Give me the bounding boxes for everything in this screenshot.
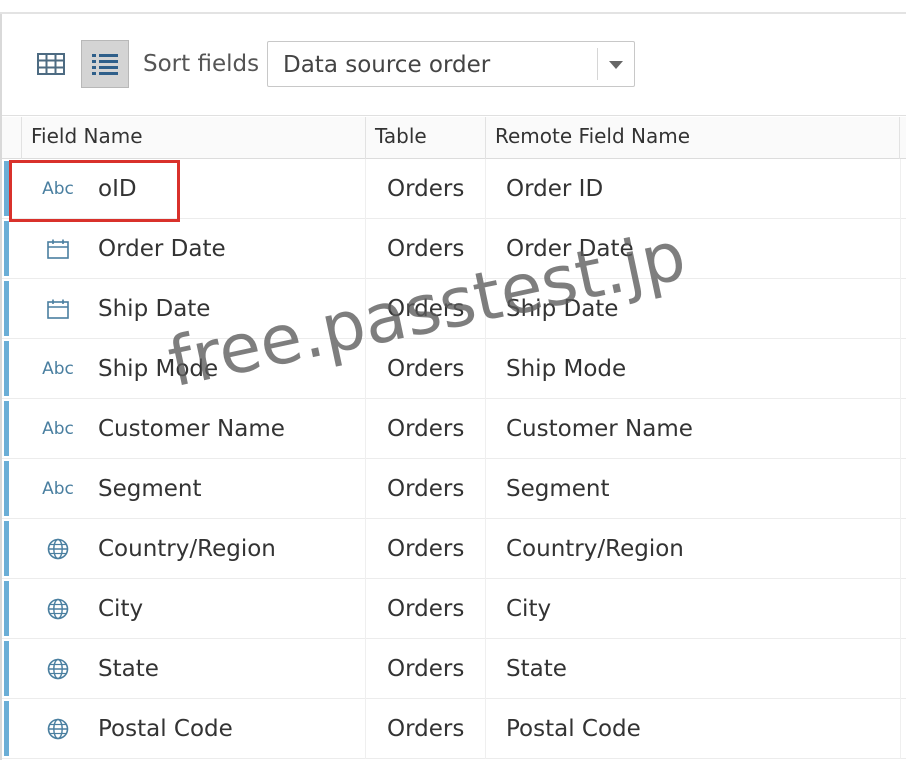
- column-header-field-name[interactable]: Field Name: [21, 117, 365, 159]
- remote-field-name-cell: Order ID: [506, 176, 604, 202]
- table-name-cell: Orders: [387, 416, 465, 442]
- column-divider: [365, 459, 366, 519]
- remote-field-name-cell: Order Date: [506, 236, 634, 262]
- field-name-cell[interactable]: Ship Date: [98, 279, 210, 339]
- field-name-cell[interactable]: City: [98, 579, 143, 639]
- field-name-cell[interactable]: Country/Region: [98, 519, 276, 579]
- table-row[interactable]: Abc Ship Mode Orders Ship Mode: [2, 339, 906, 399]
- calendar-icon: [38, 296, 78, 322]
- table-body: Abc oID Orders Order ID Order Date Order…: [2, 159, 906, 759]
- column-divider: [485, 639, 486, 699]
- column-divider: [900, 399, 901, 459]
- table-name-cell: Orders: [387, 656, 465, 682]
- globe-icon: [38, 536, 78, 562]
- remote-field-name-cell: Ship Date: [506, 296, 619, 322]
- column-divider: [485, 219, 486, 279]
- remote-field-name-cell: Segment: [506, 476, 610, 502]
- column-divider: [900, 639, 901, 699]
- chevron-down-icon: [609, 61, 623, 69]
- table-name-cell: Orders: [387, 236, 465, 262]
- table-row[interactable]: Order Date Orders Order Date: [2, 219, 906, 279]
- column-divider: [485, 519, 486, 579]
- table-name-cell: Orders: [387, 596, 465, 622]
- calendar-icon: [38, 236, 78, 262]
- list-icon: [92, 54, 118, 75]
- column-divider: [900, 699, 901, 759]
- column-divider: [365, 279, 366, 339]
- field-name-cell[interactable]: Segment: [98, 459, 202, 519]
- sort-fields-value: Data source order: [283, 52, 491, 78]
- list-view-button[interactable]: [81, 40, 129, 88]
- column-divider: [365, 159, 366, 219]
- abc-string-icon: Abc: [42, 479, 74, 499]
- table-row[interactable]: Ship Date Orders Ship Date: [2, 279, 906, 339]
- remote-field-name-cell: Country/Region: [506, 536, 684, 562]
- column-divider: [900, 459, 901, 519]
- column-divider: [365, 219, 366, 279]
- remote-field-name-cell: Postal Code: [506, 716, 641, 742]
- table-name-cell: Orders: [387, 176, 465, 202]
- field-name-cell[interactable]: Ship Mode: [98, 339, 218, 399]
- column-divider: [485, 459, 486, 519]
- remote-field-name-cell: Customer Name: [506, 416, 693, 442]
- table-row[interactable]: Country/Region Orders Country/Region: [2, 519, 906, 579]
- table-row[interactable]: State Orders State: [2, 639, 906, 699]
- column-divider: [365, 699, 366, 759]
- fields-table: Field Name Table Remote Field Name Abc o…: [2, 117, 906, 760]
- column-divider: [485, 579, 486, 639]
- abc-string-icon: Abc: [42, 419, 74, 439]
- remote-field-name-cell: State: [506, 656, 567, 682]
- column-divider: [900, 579, 901, 639]
- globe-icon: [38, 596, 78, 622]
- column-divider: [485, 699, 486, 759]
- column-divider: [485, 339, 486, 399]
- remote-field-name-cell: Ship Mode: [506, 356, 627, 382]
- table-row[interactable]: Abc oID Orders Order ID: [2, 159, 906, 219]
- column-header-table[interactable]: Table: [365, 117, 485, 159]
- field-name-cell[interactable]: State: [98, 639, 159, 699]
- column-divider: [900, 279, 901, 339]
- toolbar: Sort fields Data source order: [2, 14, 906, 116]
- column-divider: [900, 339, 901, 399]
- globe-icon: [38, 716, 78, 742]
- field-name-cell[interactable]: Postal Code: [98, 699, 233, 759]
- field-name-cell[interactable]: Customer Name: [98, 399, 285, 459]
- field-name-cell[interactable]: Order Date: [98, 219, 226, 279]
- dropdown-divider: [597, 48, 598, 80]
- sort-fields-dropdown[interactable]: Data source order: [267, 41, 635, 87]
- table-name-cell: Orders: [387, 476, 465, 502]
- globe-icon: [38, 656, 78, 682]
- column-divider: [365, 639, 366, 699]
- sort-fields-label: Sort fields: [143, 51, 260, 77]
- column-divider: [485, 399, 486, 459]
- column-header-remote-field-name[interactable]: Remote Field Name: [485, 117, 900, 159]
- column-divider: [485, 279, 486, 339]
- column-divider: [900, 219, 901, 279]
- column-divider: [365, 519, 366, 579]
- column-divider: [365, 579, 366, 639]
- column-divider: [365, 399, 366, 459]
- table-row[interactable]: Postal Code Orders Postal Code: [2, 699, 906, 759]
- table-name-cell: Orders: [387, 536, 465, 562]
- abc-string-icon: Abc: [42, 179, 74, 199]
- table-name-cell: Orders: [387, 716, 465, 742]
- column-divider: [900, 159, 901, 219]
- table-name-cell: Orders: [387, 356, 465, 382]
- table-row[interactable]: City Orders City: [2, 579, 906, 639]
- column-divider: [900, 519, 901, 579]
- grid-icon: [37, 53, 65, 75]
- table-header: Field Name Table Remote Field Name: [2, 117, 906, 159]
- table-row[interactable]: Abc Customer Name Orders Customer Name: [2, 399, 906, 459]
- column-divider: [485, 159, 486, 219]
- table-row[interactable]: Abc Segment Orders Segment: [2, 459, 906, 519]
- remote-field-name-cell: City: [506, 596, 552, 622]
- field-name-cell[interactable]: oID: [98, 159, 137, 219]
- column-divider: [365, 339, 366, 399]
- table-name-cell: Orders: [387, 296, 465, 322]
- abc-string-icon: Abc: [42, 359, 74, 379]
- grid-view-button[interactable]: [27, 40, 75, 88]
